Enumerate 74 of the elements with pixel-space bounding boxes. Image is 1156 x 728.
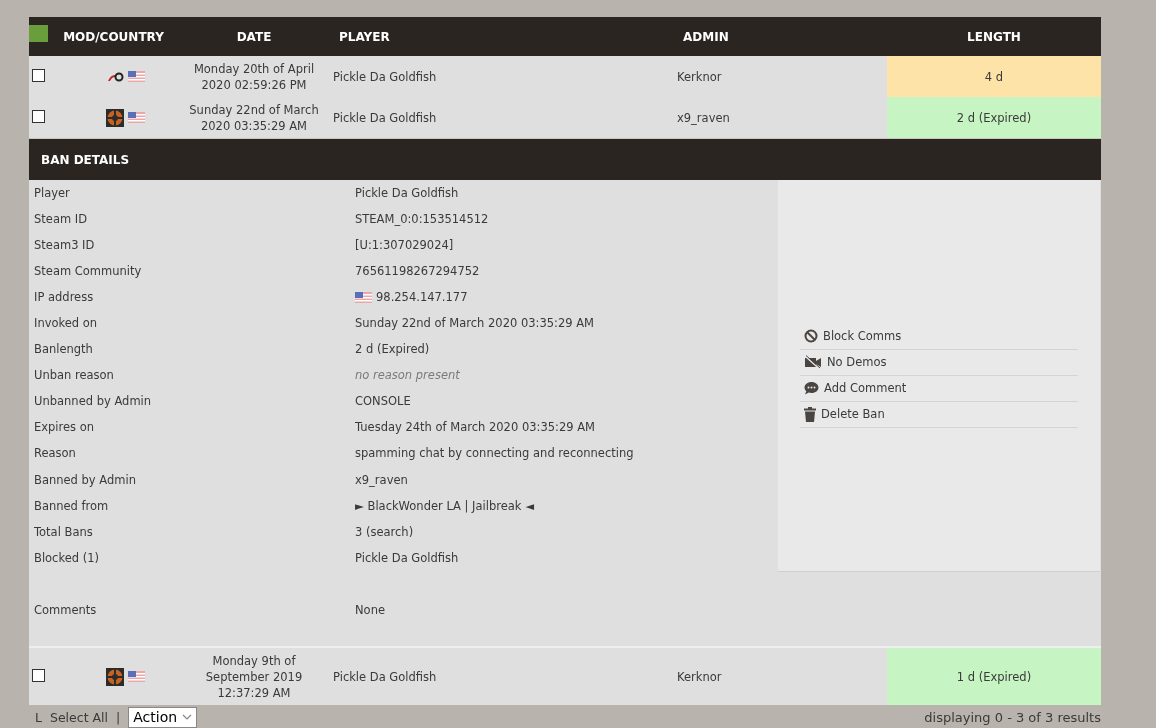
chevron-icon bbox=[182, 714, 193, 720]
row-checkbox[interactable] bbox=[32, 668, 45, 682]
field-value: [U:1:307029024] bbox=[355, 238, 454, 253]
field-value: ► BlackWonder LA | Jailbreak ◄ bbox=[355, 498, 534, 513]
comment-icon bbox=[804, 381, 819, 395]
field-value: Pickle Da Goldfish bbox=[355, 186, 459, 200]
field-label: Banned by Admin bbox=[34, 472, 137, 487]
column-header: MOD/COUNTRY bbox=[62, 29, 165, 44]
field-value: 98.254.147.177 bbox=[376, 290, 468, 305]
field-value: spamming chat by connecting and reconnecting bbox=[355, 446, 634, 461]
game-icon bbox=[106, 667, 124, 686]
separator-text: | bbox=[116, 709, 121, 725]
field-label: Blocked (1) bbox=[34, 550, 100, 565]
section-title: BAN DETAILS bbox=[29, 139, 1101, 180]
trash-icon bbox=[804, 406, 816, 422]
field-label: IP address bbox=[34, 290, 95, 305]
player-cell-text: Pickle Da Goldfish bbox=[332, 669, 438, 684]
field-value: 3 (search) bbox=[355, 524, 414, 539]
field-label: Banlength bbox=[34, 342, 94, 357]
corner-mark: L bbox=[34, 709, 42, 725]
action-link[interactable]: No Demos bbox=[800, 349, 1078, 376]
row-checkbox[interactable] bbox=[32, 68, 45, 82]
field-value: Pickle Da Goldfish bbox=[355, 550, 459, 565]
field-label: Steam Community bbox=[34, 264, 143, 279]
date-cell-text: Sunday 22nd of March 2020 03:35:29 AM bbox=[188, 101, 320, 134]
admin-cell-text: Kerknor bbox=[676, 69, 723, 84]
player-cell-text: Pickle Da Goldfish bbox=[332, 69, 438, 84]
header-marker bbox=[29, 25, 48, 42]
action-dropdown[interactable]: Action bbox=[128, 706, 198, 728]
length-cell: 1 d (Expired) bbox=[887, 648, 1101, 705]
date-cell-text: Monday 9th of September 2019 12:37:29 AM bbox=[204, 652, 304, 701]
row-checkbox[interactable] bbox=[32, 109, 45, 123]
column-header: DATE bbox=[235, 29, 273, 44]
field-value: Tuesday 24th of March 2020 03:35:29 AM bbox=[355, 420, 595, 435]
results-summary: displaying 0 - 3 of 3 results bbox=[924, 709, 1101, 725]
field-value: STEAM_0:0:153514512 bbox=[355, 212, 489, 227]
video-off-icon bbox=[804, 355, 822, 369]
admin-cell-text: Kerknor bbox=[676, 669, 723, 684]
field-value: 76561198267294752 bbox=[355, 264, 480, 279]
column-header: PLAYER bbox=[339, 29, 390, 44]
column-header: ADMIN bbox=[682, 29, 730, 44]
field-value: Sunday 22nd of March 2020 03:35:29 AM bbox=[355, 316, 595, 331]
action-link[interactable]: Delete Ban bbox=[800, 401, 1078, 428]
length-cell: 4 d bbox=[887, 56, 1101, 97]
select-all-link[interactable]: Select All bbox=[49, 709, 108, 725]
field-value: None bbox=[355, 603, 386, 617]
field-label: Unban reason bbox=[34, 368, 115, 383]
date-cell-text: Monday 20th of April 2020 02:59:26 PM bbox=[192, 60, 316, 93]
field-value: x9_raven bbox=[355, 472, 408, 487]
player-cell-text: Pickle Da Goldfish bbox=[332, 110, 438, 125]
us-flag-icon bbox=[128, 112, 145, 123]
field-label: Reason bbox=[34, 446, 77, 461]
action-link[interactable]: Add Comment bbox=[800, 375, 1078, 402]
field-label: Unbanned by Admin bbox=[34, 394, 153, 409]
game-icon bbox=[106, 108, 124, 127]
field-label: Total Bans bbox=[34, 524, 94, 539]
field-label: Invoked on bbox=[34, 316, 99, 331]
field-label: Steam3 ID bbox=[34, 238, 96, 253]
column-header: LENGTH bbox=[966, 29, 1022, 44]
field-label: Steam ID bbox=[34, 212, 89, 227]
field-label: Expires on bbox=[34, 420, 96, 435]
us-flag-icon bbox=[128, 671, 145, 682]
field-label: Comments bbox=[34, 603, 98, 617]
field-label: Player bbox=[34, 186, 71, 200]
length-cell: 2 d (Expired) bbox=[887, 97, 1101, 138]
admin-cell-text: x9_raven bbox=[676, 110, 731, 125]
field-value: CONSOLE bbox=[355, 394, 411, 409]
us-flag-icon bbox=[355, 291, 372, 303]
action-link[interactable]: Block Comms bbox=[800, 323, 1078, 350]
us-flag-icon bbox=[127, 71, 145, 82]
block-icon bbox=[804, 329, 818, 343]
field-label: Banned from bbox=[34, 498, 110, 513]
game-icon bbox=[106, 71, 124, 82]
field-value: 2 d (Expired) bbox=[355, 342, 430, 357]
